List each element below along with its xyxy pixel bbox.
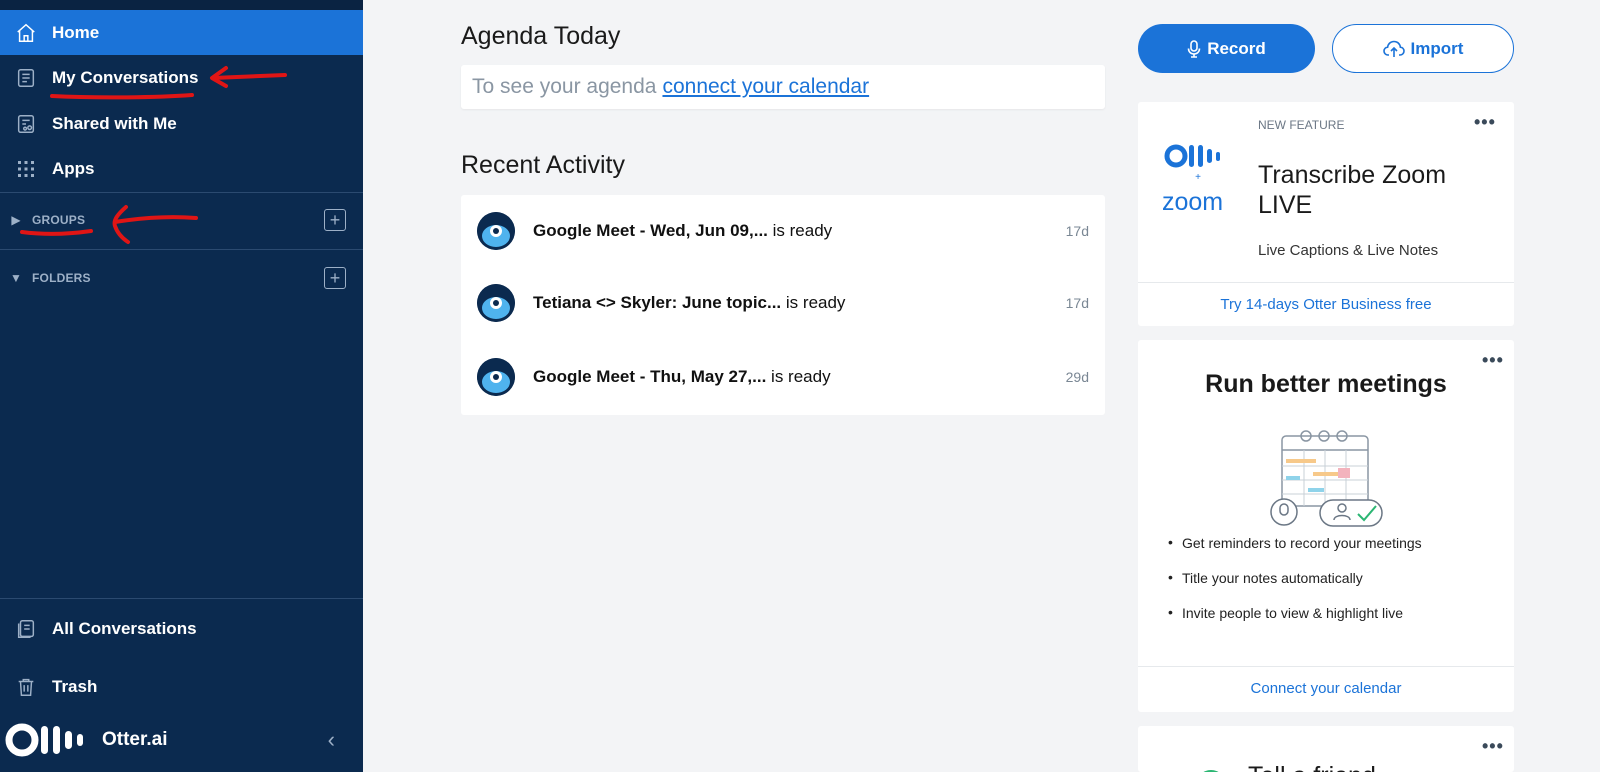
sidebar-item-all-conversations[interactable]: All Conversations xyxy=(0,606,363,651)
caret-down-icon[interactable]: ▼ xyxy=(0,271,32,285)
activity-age: 17d xyxy=(1065,295,1089,311)
record-button[interactable]: Record xyxy=(1138,24,1315,73)
sidebar-divider xyxy=(0,192,363,193)
sidebar-item-label: Home xyxy=(52,22,100,42)
agenda-title: Agenda Today xyxy=(461,22,621,50)
list-item[interactable]: Google Meet - Wed, Jun 09,... is ready 1… xyxy=(461,195,1105,267)
record-label: Record xyxy=(1207,38,1266,58)
calendar-illustration-icon xyxy=(1268,428,1388,533)
list-item[interactable]: Tetiana <> Skyler: June topic... is read… xyxy=(461,267,1105,339)
sidebar-item-my-conversations[interactable]: My Conversations xyxy=(0,55,363,100)
groups-label: GROUPS xyxy=(32,213,86,227)
tell-a-friend-card: ••• Tell a friend xyxy=(1138,726,1514,772)
otter-zoom-logo-icon: + zoom xyxy=(1162,142,1236,222)
feature-title-line2: LIVE xyxy=(1258,191,1313,219)
groups-section[interactable]: ▶ GROUPS + xyxy=(0,200,363,240)
connect-calendar-link[interactable]: Connect your calendar xyxy=(1138,680,1514,697)
add-group-icon[interactable]: + xyxy=(324,209,346,231)
more-options-icon[interactable]: ••• xyxy=(1482,736,1504,757)
recent-activity-title: Recent Activity xyxy=(461,151,625,179)
list-item: Title your notes automatically xyxy=(1168,569,1422,605)
sidebar-item-label: My Conversations xyxy=(52,67,199,87)
feature-title-line1: Transcribe Zoom xyxy=(1258,161,1447,189)
sidebar-item-home[interactable]: Home xyxy=(0,10,363,55)
activity-status: is ready xyxy=(771,367,831,386)
card-divider xyxy=(1138,666,1514,667)
run-better-meetings-card: ••• Run better meetings Get reminders to… xyxy=(1138,340,1514,712)
sidebar-item-label: All Conversations xyxy=(52,618,197,638)
shared-icon xyxy=(0,113,52,135)
zoom-wordmark: zoom xyxy=(1162,188,1224,216)
sidebar-item-label: Trash xyxy=(52,676,98,696)
list-item: Invite people to view & highlight live xyxy=(1168,604,1422,640)
activity-title: Google Meet - Thu, May 27,... xyxy=(533,367,767,386)
sidebar: Home My Conversations Shared with Me App… xyxy=(0,0,363,772)
sidebar-item-apps[interactable]: Apps xyxy=(0,146,363,191)
import-label: Import xyxy=(1410,38,1464,58)
import-button[interactable]: Import xyxy=(1332,24,1514,73)
sidebar-divider xyxy=(0,249,363,250)
otter-avatar-icon xyxy=(477,212,515,250)
card-divider xyxy=(1138,282,1514,283)
folders-section[interactable]: ▼ FOLDERS + xyxy=(0,258,363,298)
brand-name: Otter.ai xyxy=(102,729,168,750)
activity-title: Google Meet - Wed, Jun 09,... xyxy=(533,221,768,240)
feature-subtitle: Live Captions & Live Notes xyxy=(1258,242,1439,259)
microphone-icon xyxy=(1187,39,1201,58)
activity-title: Tetiana <> Skyler: June topic... xyxy=(533,293,782,312)
card-title: Run better meetings xyxy=(1205,370,1447,398)
connect-calendar-link[interactable]: connect your calendar xyxy=(662,75,869,99)
more-options-icon[interactable]: ••• xyxy=(1474,112,1496,133)
agenda-box: To see your agenda connect your calendar xyxy=(461,65,1105,109)
recent-activity-list: Google Meet - Wed, Jun 09,... is ready 1… xyxy=(461,195,1105,415)
apps-grid-icon xyxy=(0,159,52,179)
new-feature-tag: NEW FEATURE xyxy=(1258,118,1345,132)
more-options-icon[interactable]: ••• xyxy=(1482,350,1504,371)
folders-label: FOLDERS xyxy=(32,271,91,285)
benefits-list: Get reminders to record your meetings Ti… xyxy=(1168,534,1422,640)
sidebar-top-strip xyxy=(0,0,363,10)
list-item: Get reminders to record your meetings xyxy=(1168,534,1422,570)
collapse-sidebar-icon[interactable]: ‹ xyxy=(328,727,335,753)
add-folder-icon[interactable]: + xyxy=(324,267,346,289)
cloud-upload-icon xyxy=(1382,40,1405,58)
sidebar-item-label: Apps xyxy=(52,158,95,178)
otter-avatar-icon xyxy=(477,358,515,396)
activity-age: 17d xyxy=(1065,223,1089,239)
all-conversations-icon xyxy=(0,618,52,640)
conversations-icon xyxy=(0,67,52,89)
feature-title: Transcribe Zoom LIVE xyxy=(1258,160,1446,220)
sidebar-divider xyxy=(0,598,363,599)
activity-age: 29d xyxy=(1065,369,1089,385)
activity-status: is ready xyxy=(772,221,833,240)
svg-text:+: + xyxy=(1195,172,1201,182)
card-title: Tell a friend xyxy=(1248,762,1376,772)
sidebar-item-label: Shared with Me xyxy=(52,113,177,133)
agenda-prefix: To see your agenda xyxy=(472,75,657,98)
trash-icon xyxy=(0,676,52,698)
caret-right-icon[interactable]: ▶ xyxy=(0,213,32,227)
new-feature-card: + zoom NEW FEATURE ••• Transcribe Zoom L… xyxy=(1138,102,1514,326)
sidebar-item-trash[interactable]: Trash xyxy=(0,664,363,709)
otter-logo-icon xyxy=(5,723,85,757)
try-business-link[interactable]: Try 14-days Otter Business free xyxy=(1138,296,1514,313)
otter-avatar-icon xyxy=(477,284,515,322)
home-icon xyxy=(0,22,52,44)
activity-status: is ready xyxy=(785,293,846,312)
sidebar-item-shared-with-me[interactable]: Shared with Me xyxy=(0,101,363,146)
list-item[interactable]: Google Meet - Thu, May 27,... is ready 2… xyxy=(461,341,1105,413)
brand-bar: Otter.ai ‹ xyxy=(0,718,363,762)
